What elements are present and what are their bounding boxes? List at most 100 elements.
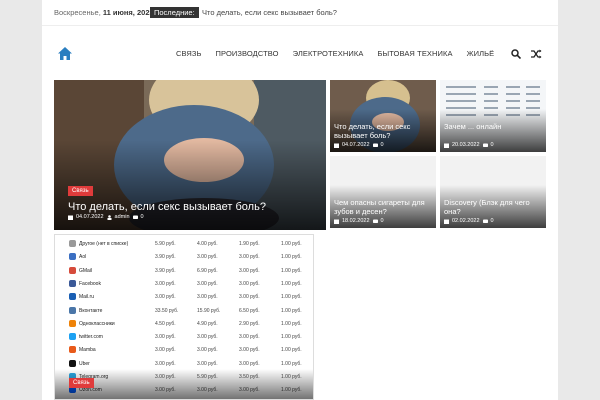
service-name: Aol xyxy=(79,254,87,261)
price-cell: 3.00 руб. xyxy=(155,334,176,341)
post-card[interactable]: Что делать, если секс вызывает боль? 04.… xyxy=(330,80,436,152)
service-icon xyxy=(69,266,76,274)
hero-comments: 0 xyxy=(140,214,144,220)
search-icon[interactable] xyxy=(511,49,521,59)
nav-item-communication[interactable]: Связь xyxy=(176,49,202,58)
comment-icon xyxy=(372,143,378,147)
table-row: Aol 3.90 руб. 3.00 руб. 3.00 руб. 1.00 руб. xyxy=(55,250,313,263)
calendar-icon xyxy=(334,219,339,224)
shuffle-icon[interactable] xyxy=(531,49,542,59)
price-cell: 3.00 руб. xyxy=(155,347,176,354)
price-cell: 1.00 руб. xyxy=(281,347,302,354)
post-card[interactable]: Чем опасны сигареты для зубов и десен? 1… xyxy=(330,156,436,228)
hero-author[interactable]: admin xyxy=(115,214,130,220)
service-icon xyxy=(69,333,76,341)
price-table-post[interactable]: Другое (нет в списке) 5.90 руб. 4.00 руб. 1… xyxy=(54,234,314,400)
hero-title[interactable]: Что делать, если секс вызывает боль? xyxy=(68,201,266,213)
table-row: Одноклассники 4.50 руб. 4.90 руб. 2.90 руб.… xyxy=(55,317,313,330)
card-title[interactable]: Зачем ... онлайн xyxy=(444,122,501,131)
nav-item-production[interactable]: Производство xyxy=(216,49,279,58)
table-row: Вконтакте 33.50 руб. 15.90 руб. 6.50 руб. 1.… xyxy=(55,304,313,317)
comment-icon xyxy=(132,215,138,219)
service-name: twitter.com xyxy=(79,334,103,341)
calendar-icon xyxy=(334,143,339,148)
post-card[interactable]: Зачем ... онлайн 20.03.2022 0 xyxy=(440,80,546,152)
table-row: Mail.ru 3.00 руб. 3.00 руб. 3.00 руб. 1.00 р… xyxy=(55,290,313,303)
price-cell: 33.50 руб. xyxy=(155,307,179,314)
current-date: Воскресенье, 11 июня, 2023 xyxy=(54,8,154,17)
price-cell: 3.00 руб. xyxy=(239,334,260,341)
date-value: 11 июня, 2023 xyxy=(102,8,154,17)
latest-label: Последние: xyxy=(150,7,199,18)
hero-post[interactable]: Связь Что делать, если секс вызывает бол… xyxy=(54,80,326,230)
comment-icon xyxy=(482,219,488,223)
service-name: Uber xyxy=(79,360,90,367)
table-row: Facebook 3.00 руб. 3.00 руб. 3.00 руб. 1.00 … xyxy=(55,277,313,290)
home-icon[interactable] xyxy=(58,47,72,60)
table-row: twitter.com 3.00 руб. 3.00 руб. 3.00 руб. 1.… xyxy=(55,330,313,343)
price-cell: 3.00 руб. xyxy=(155,280,176,287)
comment-icon xyxy=(482,143,488,147)
nav-item-appliances[interactable]: Бытовая техника xyxy=(377,49,452,58)
price-cell: 3.00 руб. xyxy=(197,360,218,367)
service-name: Вконтакте xyxy=(79,307,103,314)
table-row: Другое (нет в списке) 5.90 руб. 4.00 руб. 1… xyxy=(55,237,313,250)
card-title[interactable]: Что делать, если секс вызывает боль? xyxy=(334,122,436,140)
price-cell: 3.00 руб. xyxy=(197,347,218,354)
service-icon xyxy=(69,306,76,314)
card-meta: 04.07.2022 0 xyxy=(334,142,384,148)
service-icon xyxy=(69,359,76,367)
service-icon xyxy=(69,240,76,247)
price-cell: 3.00 руб. xyxy=(239,280,260,287)
card-meta: 20.03.2022 0 xyxy=(444,142,494,148)
card-comments: 0 xyxy=(490,142,494,148)
card-date: 02.02.2022 xyxy=(452,218,480,224)
price-cell: 15.90 руб. xyxy=(197,307,221,314)
price-cell: 1.00 руб. xyxy=(281,307,302,314)
price-cell: 4.90 руб. xyxy=(197,320,218,327)
card-comments: 0 xyxy=(490,218,494,224)
post-card[interactable]: Discovery (Блэк для чего она? 02.02.2022… xyxy=(440,156,546,228)
card-meta: 18.02.2022 0 xyxy=(334,218,384,224)
calendar-icon xyxy=(68,215,73,220)
price-cell: 1.90 руб. xyxy=(239,241,260,247)
card-comments: 0 xyxy=(380,218,384,224)
price-cell: 3.00 руб. xyxy=(197,280,218,287)
service-icon xyxy=(69,293,76,301)
card-title[interactable]: Чем опасны сигареты для зубов и десен? xyxy=(334,198,436,216)
hero-meta: 04.07.2022 admin 0 xyxy=(68,214,144,220)
nav-item-housing[interactable]: Жильё xyxy=(467,49,495,58)
latest-news-link[interactable]: Что делать, если секс вызывает боль? xyxy=(202,8,337,17)
top-bar: Воскресенье, 11 июня, 2023 Последние: Чт… xyxy=(42,0,558,26)
hero-category-badge[interactable]: Связь xyxy=(68,186,93,196)
card-date: 20.03.2022 xyxy=(452,142,480,148)
card-title[interactable]: Discovery (Блэк для чего она? xyxy=(444,198,546,216)
price-cell: 5.90 руб. xyxy=(155,241,176,247)
price-cell: 1.00 руб. xyxy=(281,267,302,274)
price-cell: 3.00 руб. xyxy=(239,347,260,354)
price-cell: 1.00 руб. xyxy=(281,241,302,247)
service-name: Facebook xyxy=(79,280,101,287)
price-cell: 3.90 руб. xyxy=(155,267,176,274)
price-cell: 6.90 руб. xyxy=(197,267,218,274)
service-icon xyxy=(69,346,76,354)
price-cell: 4.50 руб. xyxy=(155,320,176,327)
price-cell: 3.00 руб. xyxy=(197,294,218,301)
table-row: Uber 3.00 руб. 3.00 руб. 3.00 руб. 1.00 руб. xyxy=(55,357,313,370)
hero-date: 04.07.2022 xyxy=(76,214,104,220)
price-cell: 3.00 руб. xyxy=(239,294,260,301)
price-cell: 4.00 руб. xyxy=(197,241,218,247)
nav-item-electrical[interactable]: Электротехника xyxy=(293,49,364,58)
table-row: Mamba 3.00 руб. 3.00 руб. 3.00 руб. 1.00 руб… xyxy=(55,343,313,356)
price-cell: 1.00 руб. xyxy=(281,294,302,301)
price-cell: 3.90 руб. xyxy=(155,254,176,261)
user-icon xyxy=(107,214,112,220)
service-name: Mamba xyxy=(79,347,96,354)
price-cell: 3.00 руб. xyxy=(239,254,260,261)
service-name: Mail.ru xyxy=(79,294,95,301)
price-cell: 1.00 руб. xyxy=(281,254,302,261)
table-category-badge[interactable]: Связь xyxy=(69,378,94,388)
card-date: 04.07.2022 xyxy=(342,142,370,148)
price-cell: 3.00 руб. xyxy=(197,334,218,341)
price-cell: 3.00 руб. xyxy=(155,294,176,301)
